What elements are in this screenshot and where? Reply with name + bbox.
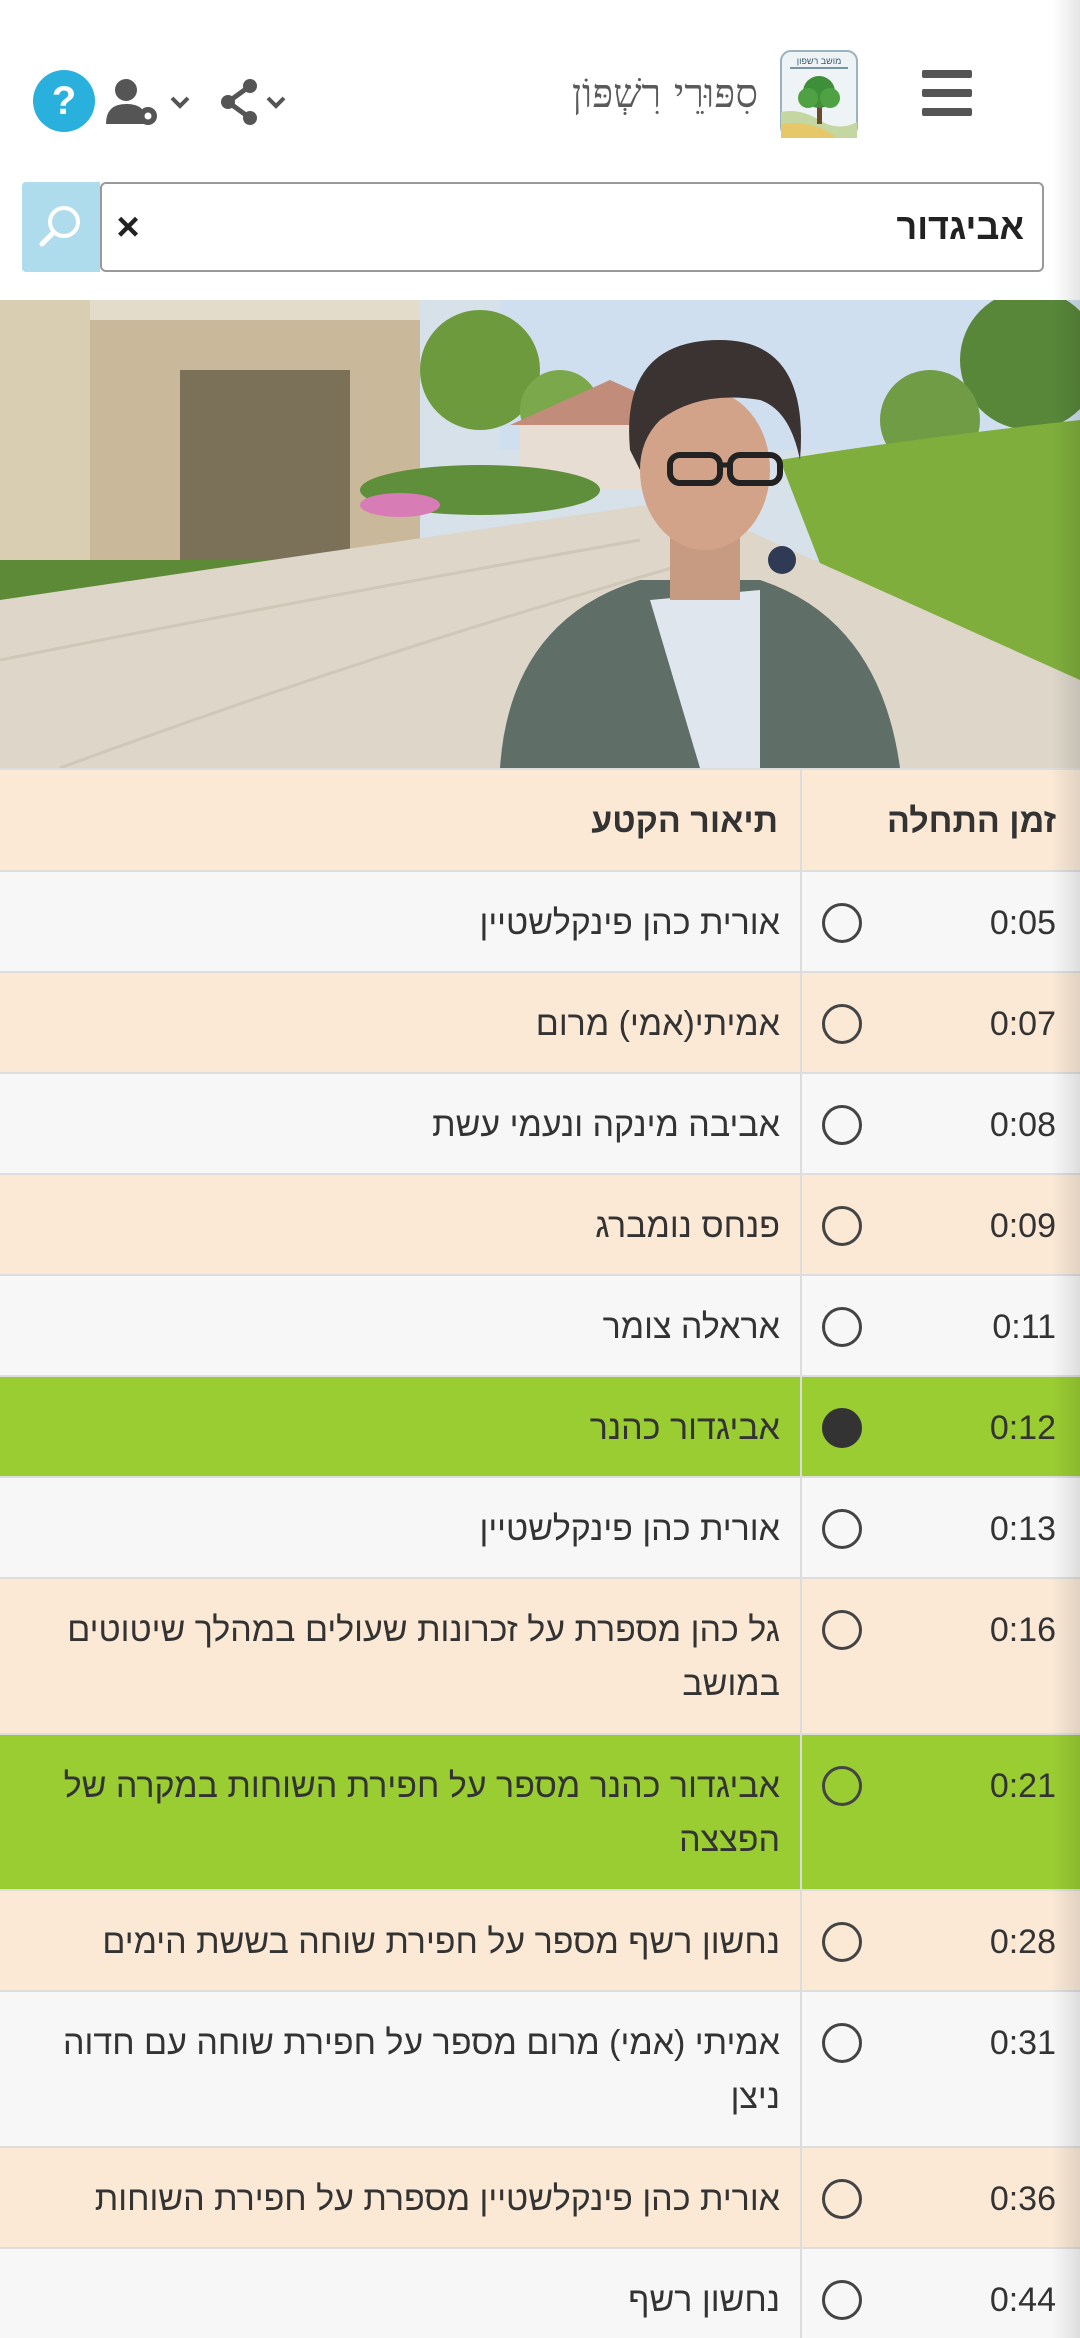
help-button[interactable]: ? [33,70,95,132]
segment-start-time[interactable]: 0:16 [896,1603,1056,1657]
segment-description[interactable]: אורית כהן פינקלשטיין [20,896,780,950]
share-button[interactable] [218,78,292,128]
clear-search-button[interactable]: × [108,196,148,258]
table-row[interactable]: 0:21 אביגדור כהנר מספר על חפירת השוחות במ… [0,1735,1080,1891]
site-logo[interactable]: מושב רשפון [780,50,858,138]
segment-start-time[interactable]: 0:31 [896,2016,1056,2070]
segment-radio-button[interactable] [822,1105,862,1145]
segment-radio-button[interactable] [822,1408,862,1448]
table-row[interactable]: 0:16 גל כהן מספרת על זכרונות שעולים במהלך… [0,1579,1080,1735]
header: מושב רשפון סִפּוּרֵי רִשְׁפּוֹן ? אביגדו… [0,0,1080,300]
segments-table: זמן התחלה תיאור הקטע 0:05 אורית כהן פינקל… [0,768,1080,2338]
video-player[interactable] [0,300,1080,768]
header-description: תיאור הקטע [591,802,778,840]
table-header: זמן התחלה תיאור הקטע [0,770,1080,872]
segment-description[interactable]: פנחס נומברג [20,1199,780,1253]
search-button[interactable] [22,182,100,272]
segment-description[interactable]: גל כהן מספרת על זכרונות שעולים במהלך שיט… [20,1603,780,1711]
segment-start-time[interactable]: 0:28 [896,1915,1056,1969]
search-input[interactable] [244,196,1024,258]
table-row[interactable]: 0:36 אורית כהן פינקלשטיין מספרת על חפירת … [0,2148,1080,2249]
segment-description[interactable]: אמיתי(אמי) מרום [20,997,780,1051]
segment-description[interactable]: אראלה צומר [20,1300,780,1354]
table-row[interactable]: 0:08 אביבה מינקה ונעמי עשת [0,1074,1080,1175]
segment-radio-button[interactable] [822,1766,862,1806]
table-row[interactable]: 0:07 אמיתי(אמי) מרום [0,973,1080,1074]
segment-description[interactable]: נחשון רשף מספר על חפירת שוחה בששת הימים [20,1915,780,1969]
segment-radio-button[interactable] [822,1610,862,1650]
segment-start-time[interactable]: 0:11 [896,1300,1056,1354]
segment-description[interactable]: אביגדור כהנר [20,1401,780,1455]
search-box: × [100,182,1044,272]
page: מושב רשפון סִפּוּרֵי רִשְׁפּוֹן ? אביגדו… [0,0,1080,2338]
table-body: 0:05 אורית כהן פינקלשטיין 0:07 אמיתי(אמי) מ… [0,872,1080,2338]
logo-text: מושב רשפון [797,56,842,66]
table-row[interactable]: 0:05 אורית כהן פינקלשטיין [0,872,1080,973]
segment-radio-button[interactable] [822,1509,862,1549]
segment-description[interactable]: אמיתי (אמי) מרום מספר על חפירת שוחה עם ח… [20,2016,780,2124]
segment-start-time[interactable]: 0:12 [896,1401,1056,1455]
segment-radio-button[interactable] [822,903,862,943]
table-row[interactable]: 0:13 אורית כהן פינקלשטיין [0,1478,1080,1579]
header-start-time: זמן התחלה [886,802,1056,840]
segment-start-time[interactable]: 0:09 [896,1199,1056,1253]
segment-start-time[interactable]: 0:36 [896,2172,1056,2226]
segment-description[interactable]: אורית כהן פינקלשטיין [20,1502,780,1556]
video-frame-image [0,300,1080,768]
segment-start-time[interactable]: 0:08 [896,1098,1056,1152]
segment-description[interactable]: נחשון רשף [20,2273,780,2327]
table-row[interactable]: 0:09 פנחס נומברג [0,1175,1080,1276]
table-row[interactable]: 0:31 אמיתי (אמי) מרום מספר על חפירת שוחה … [0,1992,1080,2148]
menu-icon[interactable] [922,70,972,116]
segment-description[interactable]: אביבה מינקה ונעמי עשת [20,1098,780,1152]
user-settings-button[interactable] [106,78,192,128]
help-icon: ? [51,79,77,123]
share-icon [221,79,286,125]
segment-radio-button[interactable] [822,1004,862,1044]
segment-radio-button[interactable] [822,2179,862,2219]
site-title[interactable]: סִפּוּרֵי רִשְׁפּוֹן [398,62,758,126]
segment-description[interactable]: אביגדור כהנר מספר על חפירת השוחות במקרה … [20,1759,780,1867]
segment-start-time[interactable]: 0:05 [896,896,1056,950]
segment-start-time[interactable]: 0:21 [896,1759,1056,1813]
table-row[interactable]: 0:12 אביגדור כהנר [0,1377,1080,1478]
segment-radio-button[interactable] [822,1206,862,1246]
user-settings-icon [106,79,190,125]
segment-radio-button[interactable] [822,2280,862,2320]
table-row[interactable]: 0:28 נחשון רשף מספר על חפירת שוחה בששת הי… [0,1891,1080,1992]
segment-start-time[interactable]: 0:07 [896,997,1056,1051]
table-row[interactable]: 0:11 אראלה צומר [0,1276,1080,1377]
segment-radio-button[interactable] [822,1307,862,1347]
table-row[interactable]: 0:44 נחשון רשף [0,2249,1080,2338]
segment-radio-button[interactable] [822,2023,862,2063]
segment-description[interactable]: אורית כהן פינקלשטיין מספרת על חפירת השוח… [20,2172,780,2226]
segment-start-time[interactable]: 0:44 [896,2273,1056,2327]
segment-start-time[interactable]: 0:13 [896,1502,1056,1556]
search-icon [39,206,80,247]
segment-radio-button[interactable] [822,1922,862,1962]
